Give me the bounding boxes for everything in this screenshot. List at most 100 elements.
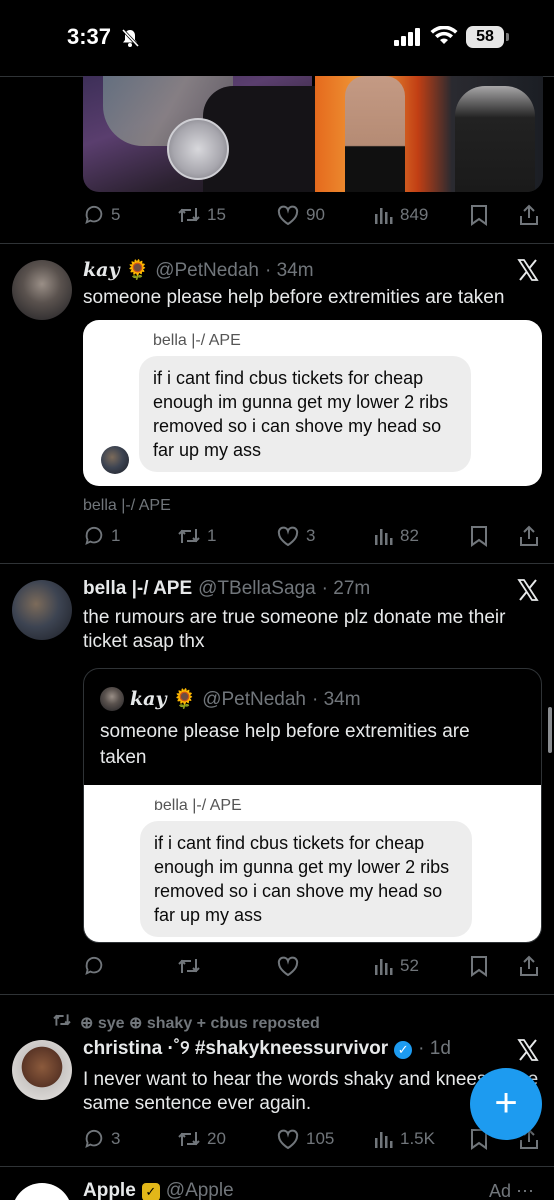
heart-icon [276,955,300,977]
repost-count: 15 [207,205,226,224]
timestamp[interactable]: · 27m [322,578,371,600]
repost-count: 1 [207,526,217,545]
views-button[interactable]: 1.5K [374,1124,435,1154]
repost-icon [177,525,201,547]
card-message-bubble: if i cant find cbus tickets for cheap en… [140,821,472,937]
avatar[interactable] [12,1183,72,1200]
tweet-header: Apple ✓ @Apple [83,1180,234,1200]
like-count: 90 [306,205,325,224]
share-icon [519,204,539,226]
card-sender-name: bella |-/ APE [153,332,241,349]
x-logo-icon [516,1038,540,1067]
repost-button[interactable]: 20 [177,1124,226,1154]
share-button[interactable] [519,521,539,551]
heart-icon [276,1128,300,1150]
x-logo-icon [516,258,540,287]
views-icon [374,526,394,546]
display-name[interactable]: bella |-/ APE [83,578,192,600]
views-count: 82 [400,526,419,545]
timestamp[interactable]: · 34m [265,260,314,282]
repost-count: 20 [207,1129,226,1148]
share-button[interactable] [519,200,539,230]
reply-button[interactable]: 3 [83,1124,120,1154]
compose-button[interactable]: + [470,1068,542,1140]
like-count: 3 [306,526,316,545]
reply-count: 5 [111,205,121,224]
views-button[interactable]: 52 [374,951,419,981]
display-name[interactable]: Apple [83,1180,136,1200]
screenshot-card[interactable]: bella |-/ APE if i cant find cbus ticket… [83,320,542,486]
quoted-tweet[interactable]: 𝒌𝒂𝒚 🌻 @PetNedah · 34m someone please hel… [83,668,542,943]
like-button[interactable] [276,951,306,981]
views-icon [374,1129,394,1149]
bookmark-button[interactable] [469,200,489,230]
media-photo-1[interactable] [83,76,323,192]
status-time: 3:37 [67,24,112,49]
quoted-avatar [100,687,124,711]
views-button[interactable]: 82 [374,521,419,551]
quoted-screenshot-card[interactable]: bella |-/ APE if i cant find cbus ticket… [84,785,541,942]
verified-badge-icon: ✓ [394,1041,413,1059]
reply-count: 1 [111,526,121,545]
repost-attribution: ⊕ sye ⊕ shaky + cbus reposted [80,1014,320,1032]
tweet-actions: 5 15 90 849 [83,200,543,230]
avatar[interactable] [12,580,72,640]
reply-count: 3 [111,1129,121,1148]
status-bar: 3:37 58 [0,0,554,76]
display-name[interactable]: 𝒌𝒂𝒚 [83,259,120,281]
scrollbar[interactable] [548,707,552,753]
reply-button[interactable]: 1 [83,521,120,551]
reply-button[interactable]: 5 [83,200,120,230]
ad-text: Ad [488,1181,511,1200]
repost-button[interactable] [177,951,207,981]
bookmark-button[interactable] [469,521,489,551]
heart-icon [276,204,300,226]
divider [0,563,554,564]
like-button[interactable]: 3 [276,521,315,551]
username-handle[interactable]: @TBellaSaga [198,578,316,600]
reply-icon [83,204,105,226]
card-avatar [102,911,130,939]
sunflower-emoji: 🌻 [172,689,197,710]
like-button[interactable]: 90 [276,200,325,230]
display-name[interactable]: christina ·˚୨ #shakykneessurvivor [83,1038,388,1060]
tweet-media-grid[interactable] [83,76,543,192]
repost-indicator[interactable]: ⊕ sye ⊕ shaky + cbus reposted [52,1012,320,1033]
divider [0,994,554,995]
views-button[interactable]: 849 [374,200,428,230]
views-count: 52 [400,956,419,975]
timestamp[interactable]: · 1d [418,1038,451,1060]
views-icon [374,956,394,976]
divider [0,1166,554,1167]
share-button[interactable] [519,951,539,981]
views-count: 849 [400,205,429,224]
reply-icon [83,955,105,977]
quoted-handle: @PetNedah [202,689,306,710]
like-count: 105 [306,1129,335,1148]
sunflower-emoji: 🌻 [125,260,150,281]
bookmark-icon [469,525,489,547]
repost-icon [177,955,201,977]
heart-icon [276,525,300,547]
repost-button[interactable]: 1 [177,521,216,551]
share-icon [519,955,539,977]
bookmark-icon [469,204,489,226]
username-handle[interactable]: @Apple [166,1180,234,1200]
silent-bell-icon [120,28,140,53]
avatar[interactable] [12,1040,72,1100]
card-message-bubble: if i cant find cbus tickets for cheap en… [139,356,471,472]
tweet-text: the rumours are true someone plz donate … [83,607,506,652]
reply-icon [83,1128,105,1150]
wifi-icon [430,25,458,51]
avatar[interactable] [12,260,72,320]
media-photo-2[interactable] [315,76,543,192]
media-alt-label: bella |-/ APE [83,497,171,514]
ad-label[interactable]: Ad ⋯ [489,1181,534,1200]
username-handle[interactable]: @PetNedah [155,260,259,282]
bookmark-button[interactable] [469,951,489,981]
repost-button[interactable]: 15 [177,200,226,230]
repost-icon [177,204,201,226]
reply-button[interactable] [83,951,111,981]
card-sender-name: bella |-/ APE [154,797,242,814]
like-button[interactable]: 105 [276,1124,334,1154]
